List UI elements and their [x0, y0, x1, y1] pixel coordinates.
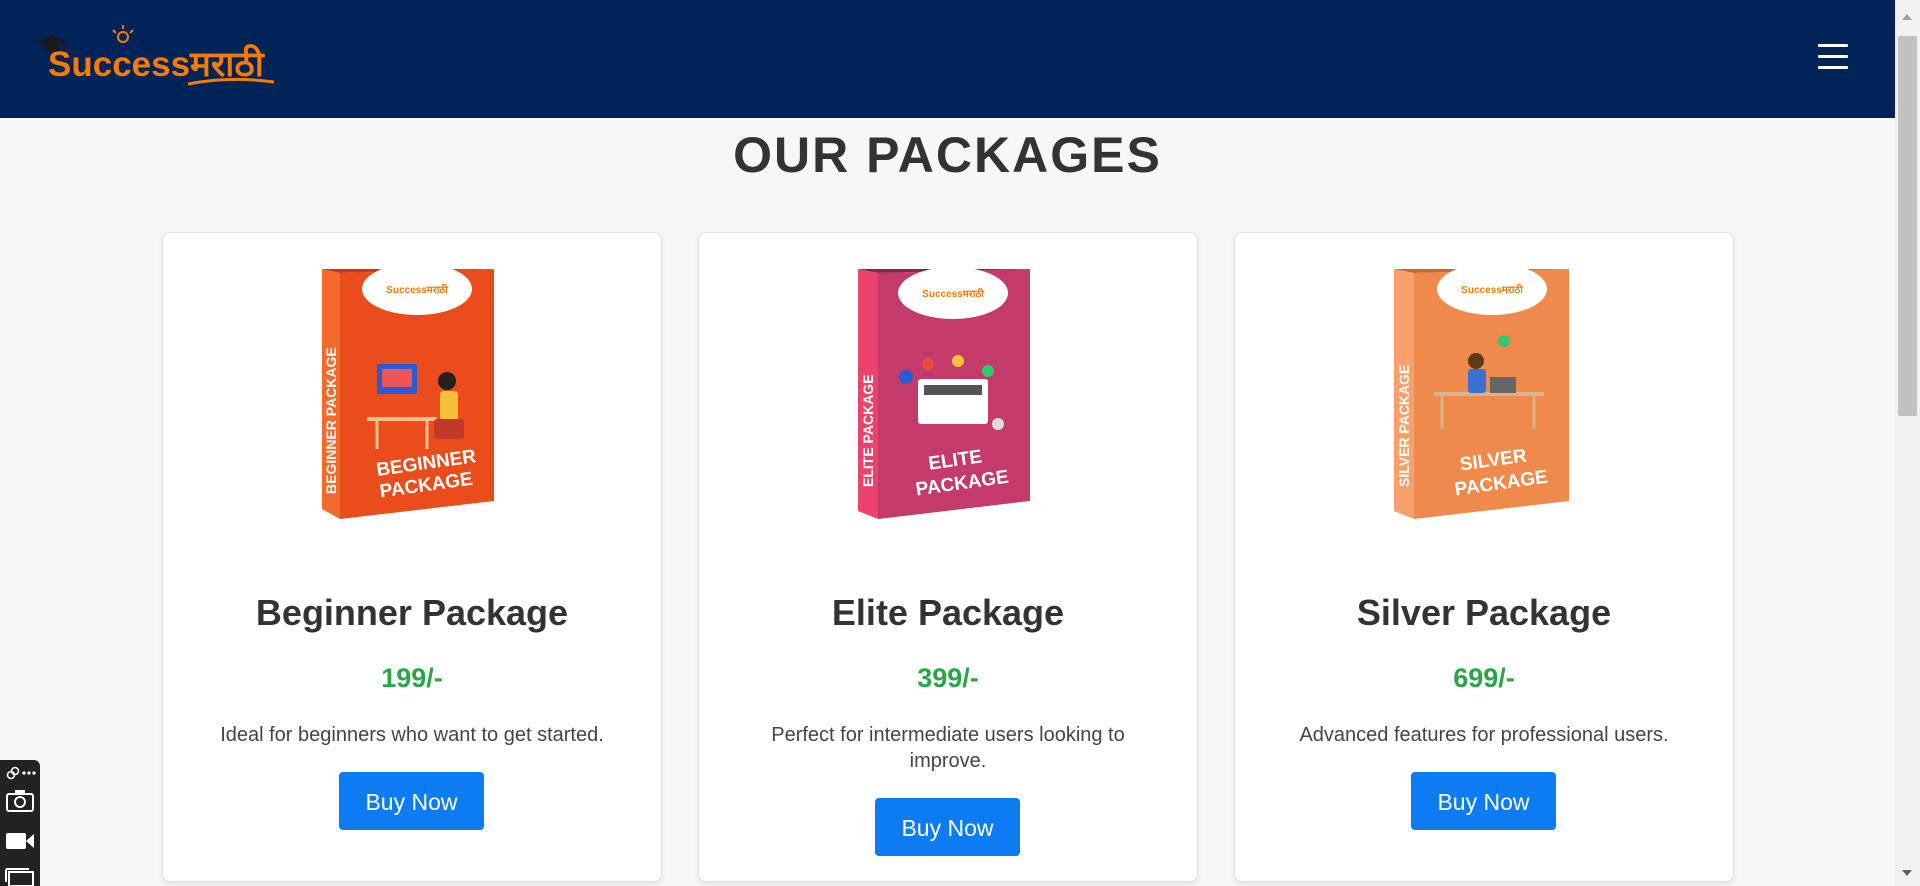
top-navbar: Successमराठी	[0, 0, 1895, 118]
link-icon[interactable]	[6, 766, 20, 780]
package-description: Ideal for beginners who want to get star…	[220, 724, 604, 746]
svg-text:BEGINNER PACKAGE: BEGINNER PACKAGE	[323, 347, 339, 494]
page-scrollbar[interactable]	[1895, 0, 1920, 886]
beginner-package-box-image: Successमराठी BEGINNER PACKAGE BEGINNER P…	[322, 269, 494, 519]
package-title: Silver Package	[1356, 592, 1612, 633]
package-card-beginner: Successमराठी BEGINNER PACKAGE BEGINNER P…	[162, 232, 662, 882]
package-description: Perfect for intermediate users looking t…	[771, 724, 1125, 772]
site-logo[interactable]: Successमराठी	[36, 24, 286, 86]
package-card-elite: Successमराठी ELITE PACKAGE ELITE PACKAGE…	[698, 232, 1198, 882]
package-price: 699/-	[1453, 663, 1515, 693]
package-description: Advanced features for professional users…	[1299, 724, 1669, 746]
scroll-down-arrow-icon[interactable]	[1902, 870, 1912, 876]
window-icon[interactable]	[5, 868, 35, 886]
scroll-up-arrow-icon[interactable]	[1902, 14, 1912, 20]
svg-text:ELITE PACKAGE: ELITE PACKAGE	[860, 374, 876, 487]
silver-package-box-image: Successमराठी SILVER PACKAGE SILVER PACKA…	[1394, 269, 1569, 519]
buy-now-button[interactable]: Buy Now	[1411, 772, 1556, 830]
svg-text:Successमराठी: Successमराठी	[922, 287, 984, 300]
svg-text:Successमराठी: Successमराठी	[386, 283, 448, 296]
package-price: 399/-	[917, 663, 979, 693]
hamburger-icon[interactable]	[1818, 44, 1848, 74]
more-icon[interactable]	[22, 770, 36, 776]
buy-now-button[interactable]: Buy Now	[339, 772, 484, 830]
video-icon[interactable]	[5, 830, 35, 852]
package-card-silver: Successमराठी SILVER PACKAGE SILVER PACKA…	[1234, 232, 1734, 882]
svg-text:SILVER PACKAGE: SILVER PACKAGE	[1396, 365, 1412, 487]
scroll-thumb[interactable]	[1898, 36, 1917, 416]
package-price: 199/-	[381, 663, 443, 693]
logo-swoosh	[187, 77, 275, 86]
svg-text:Successमराठी: Successमराठी	[1461, 283, 1523, 296]
section-title: OUR PACKAGES	[733, 127, 1162, 183]
camera-icon[interactable]	[5, 788, 35, 812]
buy-now-button[interactable]: Buy Now	[875, 798, 1020, 856]
floating-capture-toolbar	[0, 760, 40, 886]
elite-package-box-image: Successमराठी ELITE PACKAGE ELITE PACKAGE	[858, 269, 1030, 519]
package-title: Elite Package	[831, 592, 1065, 633]
package-title: Beginner Package	[255, 592, 569, 633]
